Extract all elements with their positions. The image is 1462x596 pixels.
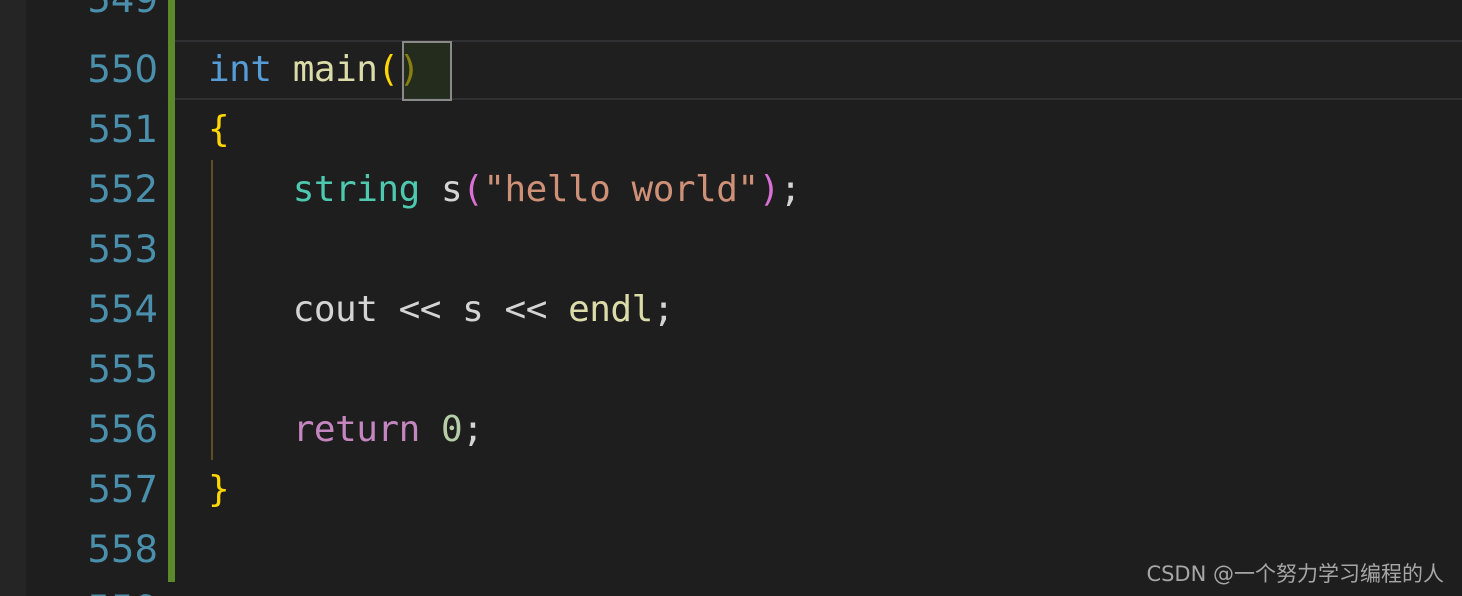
token-punct: ; (652, 289, 675, 330)
code-line[interactable]: 550 int main() (0, 40, 1462, 100)
line-number[interactable]: 549 (26, 0, 158, 30)
token-brace: } (208, 469, 230, 510)
token-variable: s (440, 169, 463, 210)
token-punct: ; (462, 409, 484, 450)
code-line[interactable]: 552 string s("hello world"); (0, 160, 1462, 220)
token-plain: cout (292, 289, 378, 330)
token-function: main (292, 49, 378, 90)
code-line[interactable]: 557} (0, 460, 1462, 520)
code-line[interactable]: 551 { (0, 100, 1462, 160)
code-line[interactable]: 553 (0, 220, 1462, 280)
indent-guide (211, 340, 213, 400)
code-text[interactable]: cout << s << endl; (208, 280, 675, 340)
token-brace: { (208, 109, 230, 150)
token-type: string (292, 169, 421, 210)
token-punct: ; (779, 169, 802, 210)
line-number[interactable]: 550 (26, 40, 158, 100)
line-number[interactable]: 559 (26, 580, 158, 596)
token-keyword: int (208, 49, 272, 90)
code-text[interactable]: string s("hello world"); (208, 160, 802, 220)
code-text[interactable]: return 0; (208, 400, 484, 460)
line-number[interactable]: 553 (26, 220, 158, 280)
code-line[interactable]: 549 (0, 0, 1462, 30)
code-editor[interactable]: 549550int main()551{552 string s("hello … (0, 0, 1462, 596)
code-line[interactable]: 556 return 0; (0, 400, 1462, 460)
token-number: 0 (440, 409, 463, 450)
csdn-watermark: CSDN @一个努力学习编程的人 (1146, 562, 1444, 586)
line-number[interactable]: 554 (26, 280, 158, 340)
line-number[interactable]: 551 (26, 100, 158, 160)
token-brace: () (377, 49, 420, 90)
code-text[interactable]: } (208, 460, 230, 520)
token-function: endl (568, 289, 653, 330)
line-number[interactable]: 552 (26, 160, 158, 220)
code-line[interactable]: 555 (0, 340, 1462, 400)
token-variable: s (462, 289, 484, 330)
line-number[interactable]: 557 (26, 460, 158, 520)
line-number[interactable]: 558 (26, 520, 158, 580)
code-text[interactable]: int main() (208, 40, 420, 100)
line-number[interactable]: 555 (26, 340, 158, 400)
code-text[interactable]: { (208, 100, 230, 160)
token-control: return (292, 409, 421, 450)
token-string: "hello world" (483, 169, 759, 210)
token-operator: << (504, 289, 548, 330)
indent-guide (211, 220, 213, 280)
token-paren: ( (462, 169, 484, 210)
code-line[interactable]: 554 cout << s << endl; (0, 280, 1462, 340)
token-operator: << (398, 289, 442, 330)
token-paren: ) (758, 169, 781, 210)
line-number[interactable]: 556 (26, 400, 158, 460)
